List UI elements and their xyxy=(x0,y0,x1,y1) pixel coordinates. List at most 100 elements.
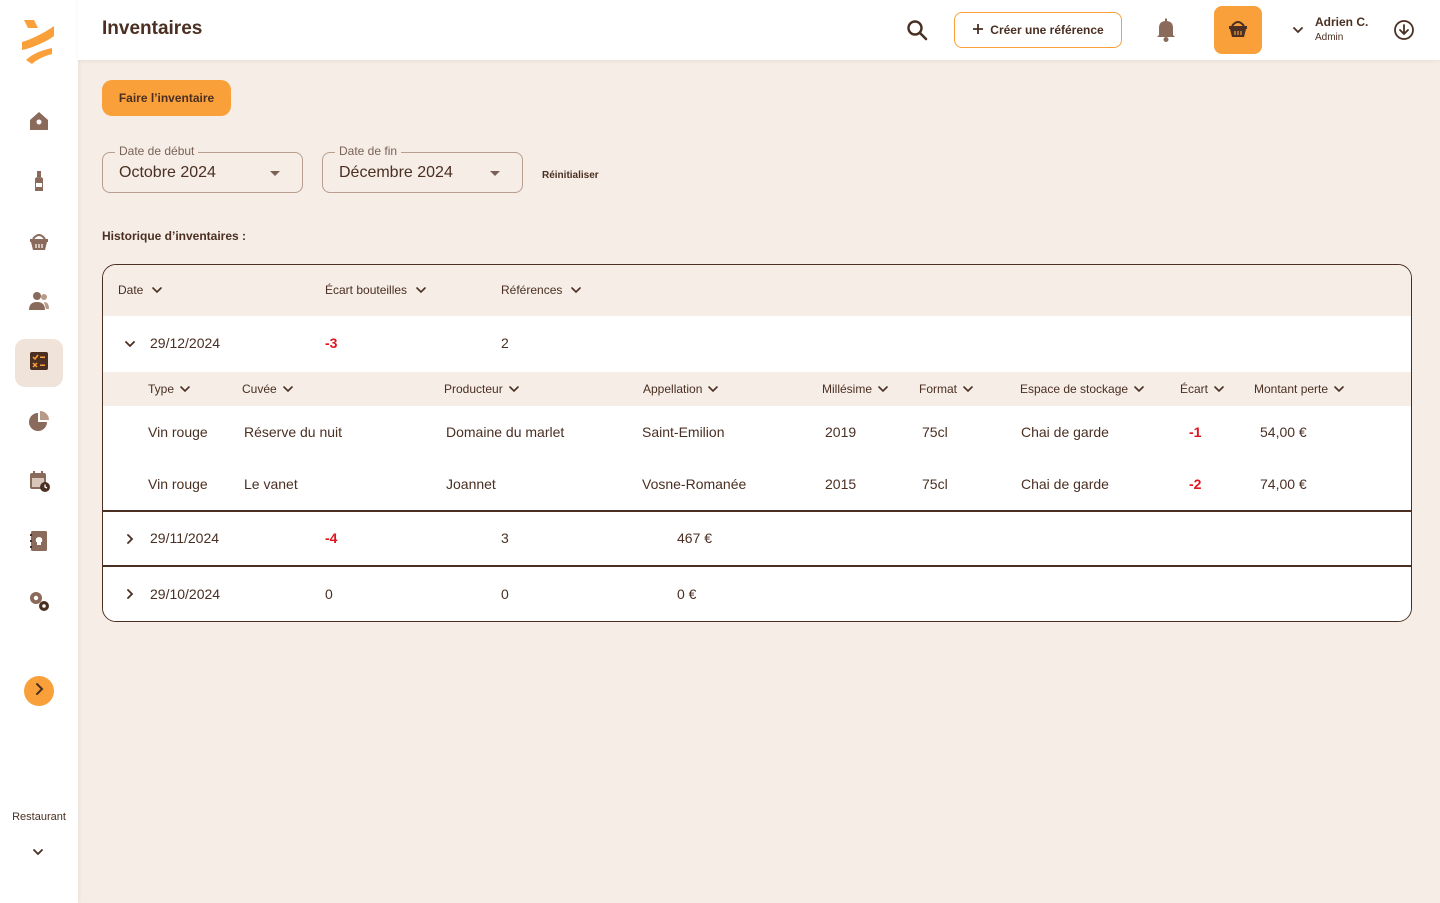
detail-header-label: Écart xyxy=(1180,382,1209,396)
history-title: Historique d’inventaires : xyxy=(102,229,247,243)
start-date-value: Octobre 2024 xyxy=(119,164,216,181)
start-inventory-button[interactable]: Faire l’inventaire xyxy=(102,80,231,116)
chevron-down-icon xyxy=(180,386,190,393)
chevron-right-icon[interactable] xyxy=(123,587,137,601)
sidebar-item-settings[interactable] xyxy=(15,579,63,627)
end-date-select[interactable]: Date de fin Décembre 2024 xyxy=(322,144,523,193)
detail-ecart: -1 xyxy=(1189,424,1202,440)
reset-button[interactable]: Réinitialiser xyxy=(542,170,599,181)
caret-down-icon xyxy=(490,171,500,176)
bottle-icon xyxy=(27,169,51,198)
detail-header-label: Espace de stockage xyxy=(1020,382,1129,396)
row-date: 29/12/2024 xyxy=(150,335,221,351)
restaurant-selector-label[interactable]: Restaurant xyxy=(0,811,78,823)
sidebar-item-inventory[interactable] xyxy=(15,339,63,387)
row-date: 29/10/2024 xyxy=(150,586,221,602)
detail-header-label: Producteur xyxy=(444,382,503,396)
caret-down-icon xyxy=(270,171,280,176)
create-reference-button[interactable]: Créer une référence xyxy=(954,12,1122,48)
detail-montant: 74,00 € xyxy=(1260,476,1307,492)
chevron-down-icon xyxy=(282,386,293,393)
detail-format: 75cl xyxy=(922,424,948,440)
chevron-right-icon[interactable] xyxy=(123,532,137,546)
detail-ecart: -2 xyxy=(1189,476,1202,492)
row-date: 29/11/2024 xyxy=(150,530,220,546)
detail-appellation: Saint-Emilion xyxy=(642,424,725,440)
inventory-history-table: Date Écart bouteilles Références 29/12/2… xyxy=(102,264,1412,622)
detail-format: 75cl xyxy=(922,476,948,492)
detail-millesime: 2019 xyxy=(825,424,857,440)
user-menu-chevron-icon[interactable] xyxy=(1290,22,1306,38)
recipe-book-icon xyxy=(27,529,51,558)
row-ecart: -3 xyxy=(325,335,338,351)
sidebar-item-users[interactable] xyxy=(15,279,63,327)
detail-appellation: Vosne-Romanée xyxy=(642,476,747,492)
row-references: 0 xyxy=(501,586,509,602)
detail-header-appellation[interactable]: Appellation xyxy=(643,382,719,396)
detail-row[interactable]: Vin rouge Le vanet Joannet Vosne-Romanée… xyxy=(103,458,1411,510)
detail-header-cuvee[interactable]: Cuvée xyxy=(242,382,294,396)
chevron-down-icon xyxy=(1214,386,1224,393)
column-header-label: Date xyxy=(118,283,144,297)
chevron-down-icon xyxy=(416,287,426,294)
notification-bell-icon[interactable] xyxy=(1154,17,1178,43)
settings-gears-icon xyxy=(27,589,51,618)
detail-header-format[interactable]: Format xyxy=(919,382,974,396)
column-header-date[interactable]: Date xyxy=(118,283,179,297)
table-row[interactable]: 29/11/2024 -4 3 467 € xyxy=(103,512,1411,566)
download-icon[interactable] xyxy=(1393,19,1415,41)
detail-header-label: Millésime xyxy=(822,382,873,396)
chevron-down-icon xyxy=(878,386,888,393)
sidebar-item-statistics[interactable] xyxy=(15,399,63,447)
column-header-label: Références xyxy=(501,283,563,297)
column-header-references[interactable]: Références xyxy=(501,283,582,297)
users-icon xyxy=(27,289,51,318)
app-logo[interactable] xyxy=(20,18,56,64)
chevron-down-icon[interactable] xyxy=(29,843,47,861)
detail-header-type[interactable]: Type xyxy=(148,382,191,396)
detail-header-ecart[interactable]: Écart xyxy=(1180,382,1225,396)
search-icon[interactable] xyxy=(906,19,928,41)
detail-row[interactable]: Vin rouge Réserve du nuit Domaine du mar… xyxy=(103,406,1411,458)
detail-espace: Chai de garde xyxy=(1021,476,1109,492)
detail-producteur: Domaine du marlet xyxy=(446,424,565,440)
sidebar-item-basket[interactable] xyxy=(15,219,63,267)
chevron-down-icon xyxy=(508,386,519,393)
detail-header-label: Montant perte xyxy=(1254,382,1329,396)
chevron-down-icon xyxy=(1334,386,1344,393)
row-references: 2 xyxy=(501,335,509,351)
user-role: Admin xyxy=(1315,32,1344,43)
expand-sidebar-button[interactable] xyxy=(24,676,54,706)
sidebar-item-home[interactable] xyxy=(15,99,63,147)
detail-cuvee: Réserve du nuit xyxy=(244,424,343,440)
detail-cuvee: Le vanet xyxy=(244,476,298,492)
home-icon xyxy=(27,109,51,138)
detail-header-label: Appellation xyxy=(643,382,703,396)
chevron-down-icon[interactable] xyxy=(123,337,137,351)
cart-button[interactable] xyxy=(1214,6,1262,54)
table-row[interactable]: 29/10/2024 0 0 0 € xyxy=(103,567,1411,621)
chevron-down-icon xyxy=(571,287,582,294)
pie-chart-icon xyxy=(27,409,51,438)
detail-header-montant[interactable]: Montant perte xyxy=(1254,382,1345,396)
column-header-ecart[interactable]: Écart bouteilles xyxy=(325,283,427,297)
detail-type: Vin rouge xyxy=(148,476,208,492)
detail-header-espace[interactable]: Espace de stockage xyxy=(1020,382,1145,396)
row-ecart: 0 xyxy=(325,586,333,602)
calendar-clock-icon xyxy=(27,469,51,498)
top-header: Inventaires Créer une référence Adrien C… xyxy=(78,0,1440,60)
detail-header-millesime[interactable]: Millésime xyxy=(822,382,889,396)
page-title: Inventaires xyxy=(102,18,203,39)
sidebar-item-calendar[interactable] xyxy=(15,459,63,507)
chevron-down-icon xyxy=(152,287,163,294)
start-date-select[interactable]: Date de début Octobre 2024 xyxy=(102,144,303,193)
chevron-down-icon xyxy=(708,386,719,393)
end-date-label: Date de fin xyxy=(335,144,402,158)
sidebar-item-bottles[interactable] xyxy=(15,159,63,207)
chevron-down-icon xyxy=(963,386,973,393)
sidebar-item-recipes[interactable] xyxy=(15,519,63,567)
table-row[interactable]: 29/12/2024 -3 2 xyxy=(103,316,1411,372)
detail-header-label: Cuvée xyxy=(242,382,277,396)
detail-header-producteur[interactable]: Producteur xyxy=(444,382,520,396)
create-reference-label: Créer une référence xyxy=(990,23,1104,37)
